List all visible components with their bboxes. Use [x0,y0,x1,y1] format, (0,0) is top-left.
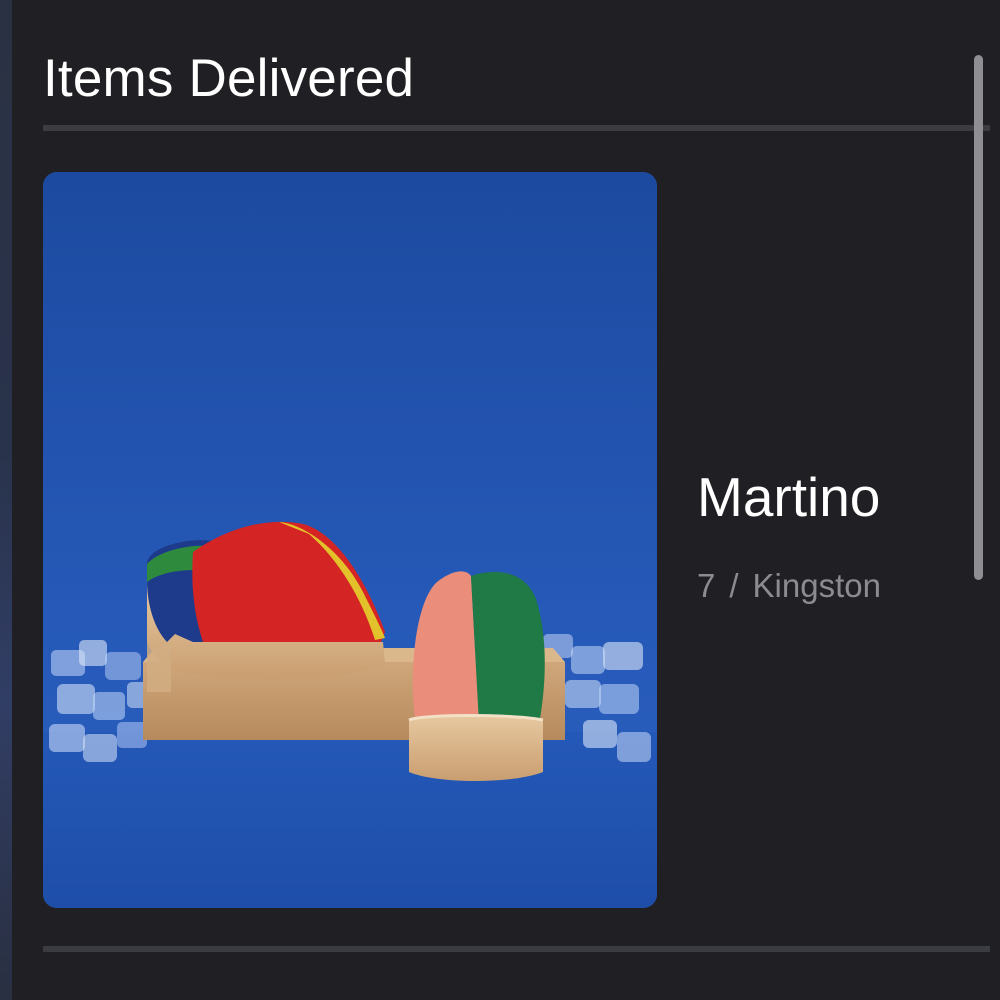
header-divider [43,125,990,131]
coral-green-clog [408,571,545,781]
meta-separator: / [729,567,739,604]
product-name[interactable]: Martino [697,464,880,530]
items-delivered-screen: Items Delivered Martino 7 / Kingston [0,0,1000,1000]
product-image-card[interactable] [43,172,657,908]
location-value: Kingston [752,567,881,604]
page-title: Items Delivered [43,49,415,108]
quantity-value: 7 [697,567,716,604]
window-edge [0,0,12,1000]
vertical-scrollbar[interactable] [974,55,983,580]
section-divider [43,946,990,952]
product-photo [43,172,657,908]
product-meta: 7 / Kingston [697,566,881,606]
